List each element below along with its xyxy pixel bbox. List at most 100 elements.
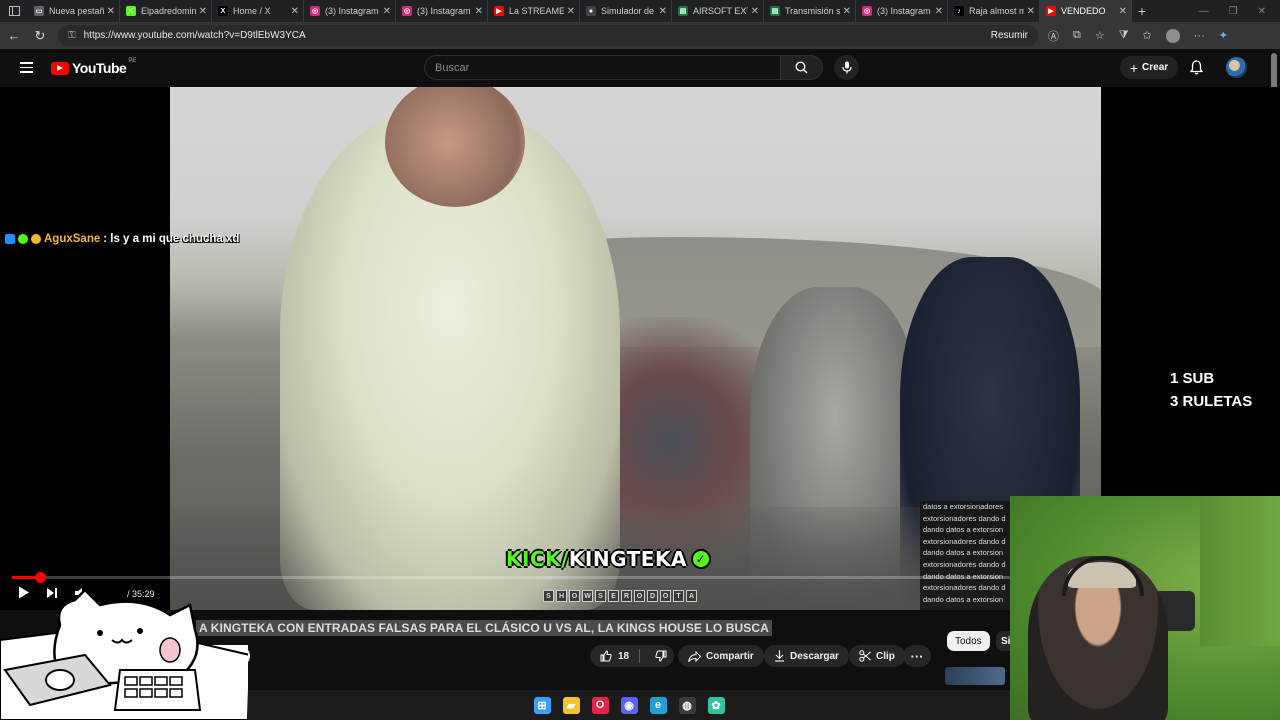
youtube-wordmark: YouTube bbox=[72, 60, 127, 76]
chat-username: AguxSane bbox=[44, 233, 101, 245]
chip-next[interactable]: Si bbox=[996, 631, 1010, 651]
sheet-icon: ▤ bbox=[770, 6, 780, 16]
address-bar: ← ↻ ⚿ https://www.youtube.com/watch?v=D9… bbox=[0, 22, 1280, 49]
browser-tab[interactable]: ▤ Transmisión s ✕ bbox=[764, 0, 856, 22]
profile-icon[interactable] bbox=[1165, 28, 1180, 43]
like-button[interactable]: 18 bbox=[590, 649, 641, 663]
browser-tab[interactable]: ▤ AIRSOFT EXTR✕ bbox=[672, 0, 764, 22]
webcam-overlay bbox=[1010, 496, 1280, 720]
tab-close-icon[interactable]: ✕ bbox=[107, 6, 115, 17]
browser-tab[interactable]: ▶ La STREAMER✕ bbox=[488, 0, 580, 22]
browser-tab[interactable]: ♪ Raja almost m ✕ bbox=[948, 0, 1040, 22]
tab-close-icon[interactable]: ✕ bbox=[1119, 6, 1127, 17]
menu-dots-icon[interactable]: ··· bbox=[1194, 30, 1205, 42]
open-app-icon[interactable]: ⧉ bbox=[1073, 29, 1081, 42]
tab-close-icon[interactable]: ✕ bbox=[843, 6, 851, 17]
tab-close-icon[interactable]: ✕ bbox=[291, 6, 299, 17]
create-label: Crear bbox=[1142, 62, 1169, 73]
verified-check-icon: ✓ bbox=[690, 549, 711, 569]
favorites-icon[interactable]: ✩ bbox=[1143, 29, 1152, 42]
browser-tab[interactable]: X Home / X ✕ bbox=[212, 0, 304, 22]
tab-close-icon[interactable]: ✕ bbox=[751, 6, 759, 17]
sub-promo-text: 1 SUB 3 RULETAS bbox=[1170, 370, 1253, 410]
kick-prefix: KICK/ bbox=[506, 547, 569, 571]
youtube-play-icon bbox=[51, 61, 69, 75]
edge-icon[interactable]: e bbox=[649, 696, 667, 714]
windows-taskbar: ⊞ ▰ O ◉ e ◍ ✿ bbox=[248, 690, 1010, 720]
kick-channel-name: KINGTEKA bbox=[568, 547, 687, 571]
notifications-bell-icon[interactable] bbox=[1189, 60, 1204, 80]
tab-close-icon[interactable]: ✕ bbox=[383, 6, 391, 17]
windows-start-icon[interactable]: ⊞ bbox=[533, 696, 551, 714]
chat-overlay-message: AguxSane : ls y a mi que chucha xd bbox=[5, 233, 239, 245]
ticker-line: dando datos a extorsion bbox=[923, 548, 1004, 558]
letter-tile: T bbox=[673, 590, 684, 602]
browser-tab[interactable]: ● Simulador de ✕ bbox=[580, 0, 672, 22]
browser-tab[interactable]: ◎ (3) Instagram ✕ bbox=[856, 0, 948, 22]
ticker-line: dando datos a extorsion bbox=[923, 594, 1004, 604]
discord-icon[interactable]: ◉ bbox=[620, 696, 638, 714]
x-icon: X bbox=[218, 6, 228, 16]
kick-channel-overlay: KICK/KINGTEKA ✓ bbox=[506, 547, 711, 571]
browser-tab[interactable]: ◎ (3) Instagram ✕ bbox=[304, 0, 396, 22]
tab-close-icon[interactable]: ✕ bbox=[199, 6, 207, 17]
tab-close-icon[interactable]: ✕ bbox=[475, 6, 483, 17]
progress-bar[interactable] bbox=[12, 572, 1010, 583]
close-window-icon[interactable]: ✕ bbox=[1258, 6, 1266, 17]
tab-close-icon[interactable]: ✕ bbox=[567, 6, 575, 17]
more-actions-button[interactable]: ··· bbox=[903, 645, 931, 667]
reload-icon[interactable]: ↻ bbox=[32, 28, 48, 44]
menu-icon[interactable] bbox=[20, 62, 33, 73]
obs-icon[interactable]: ◍ bbox=[678, 696, 696, 714]
ticker-line: extorsionadores dando d bbox=[923, 513, 1006, 523]
tab-close-icon[interactable]: ✕ bbox=[659, 6, 667, 17]
resume-button[interactable]: Resumir bbox=[991, 30, 1028, 41]
ticker-line: extorsionadores dando d bbox=[923, 559, 1006, 569]
browser-tab[interactable]: ▶ VENDEDO ✕ bbox=[1040, 0, 1132, 22]
chat-badge-icon bbox=[18, 234, 28, 244]
opera-gx-icon[interactable]: O bbox=[591, 696, 609, 714]
recommended-thumbnail[interactable] bbox=[945, 667, 1005, 685]
url-field[interactable]: ⚿ https://www.youtube.com/watch?v=D9tlEb… bbox=[58, 25, 1038, 46]
voice-search-button[interactable] bbox=[834, 55, 859, 80]
minimize-icon[interactable]: — bbox=[1199, 6, 1209, 17]
create-button[interactable]: + Crear bbox=[1120, 56, 1178, 79]
browser-tab[interactable]: ▭ Nueva pestaña ✕ bbox=[28, 0, 120, 22]
extensions-icon[interactable]: ⧩ bbox=[1119, 29, 1129, 42]
download-button[interactable]: Descargar bbox=[764, 645, 849, 667]
site-info-icon[interactable]: ⚿ bbox=[68, 30, 76, 41]
tab-label: (3) Instagram bbox=[877, 6, 931, 16]
tab-close-icon[interactable]: ✕ bbox=[1027, 6, 1035, 17]
browser-tab[interactable]: K Elpadredomino ✕ bbox=[120, 0, 212, 22]
youtube-logo[interactable]: YouTube PE bbox=[51, 58, 136, 76]
read-aloud-icon[interactable]: Ⓐ bbox=[1048, 28, 1059, 44]
letter-tile: D bbox=[647, 590, 658, 602]
restore-icon[interactable]: ❐ bbox=[1229, 6, 1238, 17]
new-tab-button[interactable]: + bbox=[1132, 3, 1152, 19]
clip-button[interactable]: Clip bbox=[849, 645, 905, 667]
browser-tab[interactable]: ◎ (3) Instagram ✕ bbox=[396, 0, 488, 22]
letter-tile: A bbox=[686, 590, 697, 602]
account-avatar[interactable] bbox=[1226, 57, 1247, 78]
ticker-line: datos a extorsionadores bbox=[923, 502, 1004, 511]
chip-all[interactable]: Todos bbox=[947, 631, 990, 651]
tab-close-icon[interactable]: ✕ bbox=[935, 6, 943, 17]
search-input[interactable] bbox=[424, 55, 781, 80]
tab-label: AIRSOFT EXTR bbox=[693, 6, 748, 16]
search-button[interactable] bbox=[781, 55, 823, 80]
share-icon bbox=[688, 650, 701, 662]
plus-icon: + bbox=[1129, 59, 1139, 76]
scissors-icon bbox=[859, 650, 871, 662]
copilot-icon[interactable]: ✦ bbox=[1219, 29, 1228, 42]
letter-tile: O bbox=[569, 590, 580, 602]
streamlabs-icon[interactable]: ✿ bbox=[707, 696, 725, 714]
chat-badge-icon bbox=[31, 234, 41, 244]
like-dislike-group: 18 bbox=[590, 645, 674, 667]
scrubber-handle[interactable] bbox=[35, 572, 46, 583]
dislike-button[interactable] bbox=[645, 650, 677, 662]
share-button[interactable]: Compartir bbox=[678, 645, 764, 667]
favorite-star-icon[interactable]: ☆ bbox=[1095, 29, 1105, 42]
tab-actions-icon[interactable] bbox=[0, 0, 28, 22]
back-icon[interactable]: ← bbox=[6, 28, 22, 43]
file-explorer-icon[interactable]: ▰ bbox=[562, 696, 580, 714]
